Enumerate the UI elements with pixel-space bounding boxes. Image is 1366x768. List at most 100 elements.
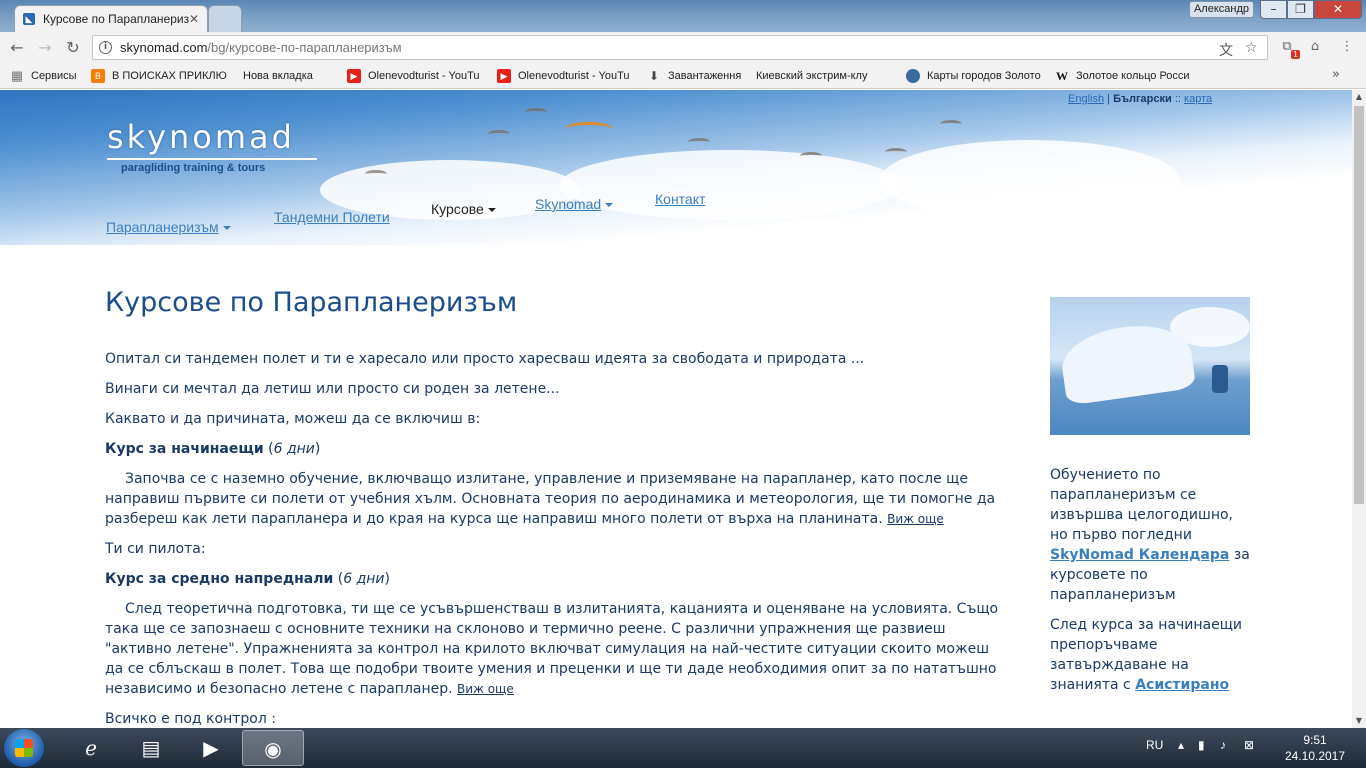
start-button[interactable] — [4, 729, 44, 767]
caret-down-icon — [222, 226, 231, 231]
bookmark-item[interactable]: ▶ Olenevodturist - YouTu — [347, 68, 480, 84]
cloud-shape — [880, 140, 1180, 220]
back-icon[interactable]: ← — [6, 37, 28, 59]
calendar-link[interactable]: SkyNomad Календара — [1050, 547, 1229, 563]
scroll-down-icon[interactable]: ▼ — [1352, 714, 1366, 728]
bookmark-item[interactable]: BВ ПОИСКАХ ПРИКЛЮ — [91, 68, 227, 84]
lang-bulgarian: Български — [1113, 93, 1172, 105]
course-title: Курс за начинаещи — [105, 441, 264, 457]
tab-title: Курсове по Парапланериз — [43, 12, 190, 26]
tab-close-icon[interactable]: ✕ — [189, 12, 199, 26]
see-more-link[interactable]: Виж още — [457, 682, 514, 696]
tray-arrow-icon[interactable]: ▴ — [1178, 738, 1184, 752]
download-icon: ⬇ — [648, 69, 660, 83]
media-player-icon[interactable]: ▶ — [180, 730, 242, 766]
clock-time: 9:51 — [1303, 733, 1327, 747]
course-duration: 6 дни — [343, 571, 385, 587]
paraglider-image — [885, 148, 907, 156]
blogger-icon: B — [91, 69, 105, 83]
assisted-link[interactable]: Асистирано — [1135, 677, 1229, 693]
lang-separator: | — [1107, 93, 1110, 105]
paraglider-image — [940, 120, 962, 128]
intro-paragraph: Винаги си мечтал да летиш или просто си … — [105, 381, 560, 397]
logo-tagline: paragliding training & tours — [121, 162, 266, 174]
paraglider-image — [488, 130, 510, 138]
new-tab-button[interactable] — [208, 5, 242, 32]
bookmark-item[interactable]: ⬇ Завантаження — [647, 68, 741, 84]
intro-paragraph: Ти си пилота: — [105, 541, 206, 557]
paraglider-image — [525, 108, 547, 116]
forward-icon[interactable]: → — [34, 37, 56, 59]
nav-contact[interactable]: Контакт — [655, 191, 705, 207]
globe-icon — [906, 69, 920, 83]
bookmark-item[interactable]: Нова вкладка — [243, 68, 313, 172]
more-bookmarks-icon[interactable]: » — [1332, 67, 1340, 82]
bookmark-item[interactable]: Киевский экстрим-клу — [756, 68, 867, 172]
address-bar[interactable]: i skynomad.com/bg/курсове-по-парапланери… — [92, 35, 1268, 60]
sidebar-text: Обучението по парапланеризъм се извършва… — [1050, 465, 1250, 705]
course-heading: Курс за средно напреднали (6 дни) — [105, 571, 390, 587]
minimize-button[interactable]: – — [1260, 0, 1287, 19]
youtube-icon: ▶ — [347, 69, 361, 83]
extension-icon[interactable]: ⧉ — [1278, 38, 1300, 59]
reload-icon[interactable]: ↻ — [62, 37, 84, 59]
close-window-button[interactable]: ✕ — [1314, 0, 1362, 19]
sidebar-photo — [1050, 297, 1250, 435]
translate-icon[interactable]: 文 — [1219, 40, 1233, 60]
site-info-icon[interactable]: i — [99, 41, 112, 54]
bookmark-item[interactable]: Карты городов Золото — [906, 68, 1041, 84]
pdf-extension-icon[interactable]: ⌂ — [1306, 38, 1324, 56]
pilot-shape — [1212, 365, 1228, 393]
window-titlebar: ◣ Курсове по Парапланериз ✕ Александр – … — [0, 0, 1366, 32]
logo-word: skynomad — [107, 118, 295, 156]
system-clock[interactable]: 9:51 24.10.2017 — [1280, 732, 1350, 764]
maximize-button[interactable]: ❐ — [1287, 0, 1314, 19]
scroll-up-icon[interactable]: ▲ — [1352, 90, 1366, 104]
bookmark-item[interactable]: W Золотое кольцо Росси — [1055, 68, 1190, 84]
paraglider-image — [565, 122, 613, 136]
lang-english-link[interactable]: English — [1068, 93, 1104, 105]
input-language[interactable]: RU — [1146, 738, 1163, 752]
paraglider-image — [800, 152, 822, 160]
bookmark-item[interactable]: ▦ Сервисы — [10, 68, 77, 84]
language-switcher: English | Български :: карта — [1068, 93, 1212, 105]
browser-tab-active[interactable]: ◣ Курсове по Парапланериз ✕ — [14, 5, 208, 32]
caret-down-icon — [605, 203, 614, 208]
course-title: Курс за средно напреднали — [105, 571, 334, 587]
main-content: Опитал си тандемен полет и ти е харесало… — [105, 349, 1005, 728]
network-icon[interactable]: ⊠ — [1244, 738, 1254, 752]
nav-skynomad[interactable]: Skynomad — [535, 196, 614, 212]
site-favicon-icon: ◣ — [23, 13, 35, 25]
apps-icon: ▦ — [10, 68, 24, 83]
battery-icon[interactable]: ▮ — [1198, 738, 1205, 752]
menu-icon[interactable]: ⋮ — [1338, 38, 1356, 56]
nav-tandem[interactable]: Тандемни Полети — [274, 209, 390, 225]
intro-paragraph: Каквато и да причината, можеш да се вклю… — [105, 411, 481, 427]
windows-logo-icon — [15, 739, 33, 757]
paraglider-image — [365, 170, 387, 178]
clock-date: 24.10.2017 — [1284, 749, 1346, 763]
bookmark-item[interactable]: ▶ Olenevodturist - YouTu — [497, 68, 630, 84]
scroll-thumb[interactable] — [1354, 106, 1364, 504]
course-description: След теоретична подготовка, ти ще се усъ… — [105, 601, 999, 697]
nav-paragliding[interactable]: Парапланеризъм — [106, 219, 231, 235]
course-heading: Курс за начинаещи (6 дни) — [105, 441, 321, 457]
chrome-taskbar-icon[interactable]: ◉ — [242, 730, 304, 766]
nav-courses[interactable]: Курсове — [431, 201, 496, 217]
sidebar-paragraph: След курса за начинаещи препоръчваме зат… — [1050, 617, 1243, 693]
volume-icon[interactable]: ♪ — [1220, 738, 1226, 752]
bookmark-star-icon[interactable]: ☆ — [1245, 40, 1258, 56]
profile-button[interactable]: Александр — [1189, 1, 1254, 18]
logo-underline — [107, 158, 317, 160]
page-title: Курсове по Парапланеризъм — [105, 287, 518, 318]
course-duration: 6 дни — [273, 441, 315, 457]
map-link[interactable]: карта — [1184, 93, 1212, 105]
file-explorer-icon[interactable]: ▤ — [120, 730, 182, 766]
internet-explorer-icon[interactable]: ℯ — [60, 730, 122, 766]
caret-down-icon — [487, 208, 496, 213]
site-logo[interactable]: skynomad paragliding training & tours — [107, 118, 317, 174]
see-more-link[interactable]: Виж още — [887, 512, 944, 526]
wikipedia-icon: W — [1056, 69, 1068, 83]
page-scrollbar[interactable]: ▲ ▼ — [1352, 90, 1366, 728]
url-text[interactable]: skynomad.com/bg/курсове-по-парапланеризъ… — [120, 40, 402, 55]
